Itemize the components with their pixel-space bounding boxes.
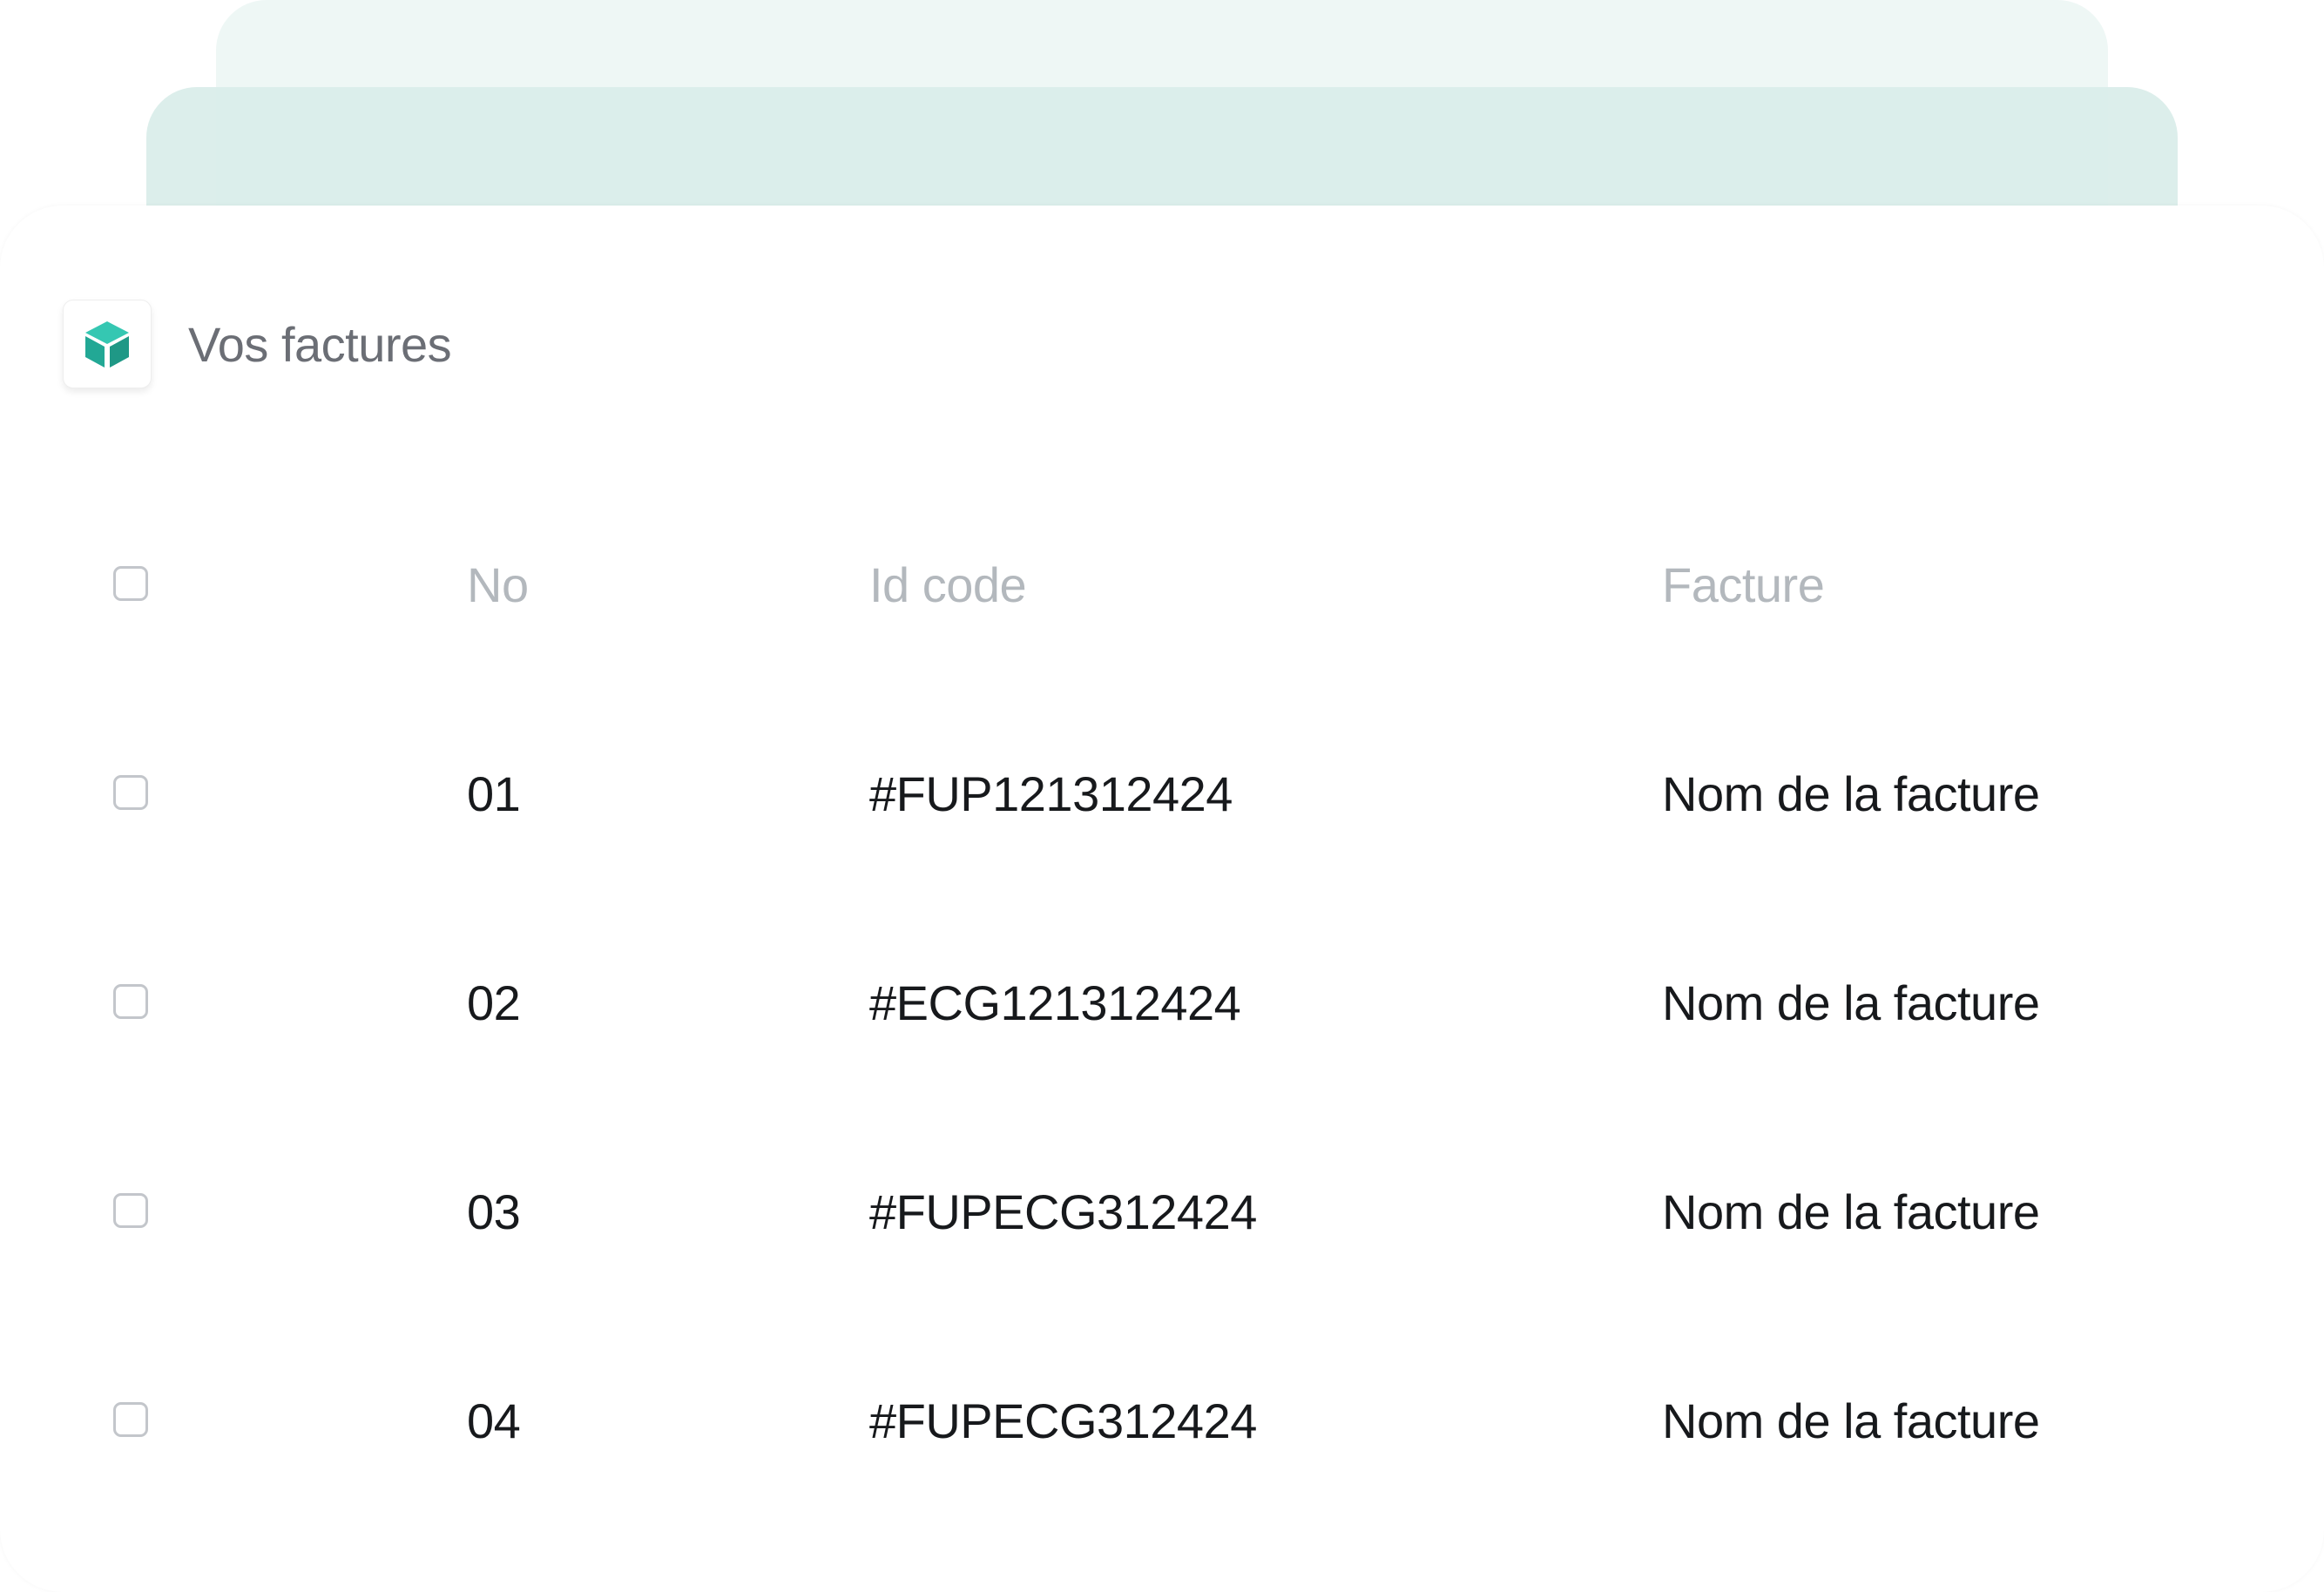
table-row[interactable]: 02 #ECG121312424 Nom de la facture: [0, 951, 2324, 1056]
row-checkbox[interactable]: [113, 1193, 148, 1228]
row-checkbox[interactable]: [113, 775, 148, 810]
stacked-card-middle: [146, 87, 2178, 209]
column-header-facture[interactable]: Facture: [1662, 557, 1825, 613]
row-number: 01: [467, 766, 521, 821]
row-id-code: #FUP121312424: [869, 766, 1233, 821]
card-title: Vos factures: [188, 316, 452, 372]
cube-icon: [85, 321, 129, 368]
row-checkbox[interactable]: [113, 1402, 148, 1437]
table-row[interactable]: 01 #FUP121312424 Nom de la facture: [0, 742, 2324, 847]
row-number: 02: [467, 975, 521, 1030]
column-header-no[interactable]: No: [467, 557, 529, 613]
row-id-code: #ECG121312424: [869, 975, 1241, 1030]
table-row[interactable]: 04 #FUPECG312424 Nom de la facture: [0, 1369, 2324, 1474]
card-header: Vos factures: [63, 300, 452, 388]
row-facture-name[interactable]: Nom de la facture: [1662, 1184, 2040, 1240]
row-id-code: #FUPECG312424: [869, 1393, 1257, 1448]
row-number: 04: [467, 1393, 521, 1448]
column-header-id-code[interactable]: Id code: [869, 557, 1027, 613]
row-facture-name[interactable]: Nom de la facture: [1662, 766, 2040, 822]
select-all-checkbox[interactable]: [113, 566, 148, 601]
row-number: 03: [467, 1184, 521, 1239]
row-checkbox[interactable]: [113, 984, 148, 1019]
table-header-row: No Id code Facture: [0, 533, 2324, 637]
invoices-card: Vos factures No Id code Facture 01 #FUP1…: [0, 206, 2324, 1592]
row-facture-name[interactable]: Nom de la facture: [1662, 975, 2040, 1031]
row-facture-name[interactable]: Nom de la facture: [1662, 1393, 2040, 1449]
table-row[interactable]: 03 #FUPECG312424 Nom de la facture: [0, 1160, 2324, 1265]
app-icon-badge: [63, 300, 152, 388]
row-id-code: #FUPECG312424: [869, 1184, 1257, 1239]
